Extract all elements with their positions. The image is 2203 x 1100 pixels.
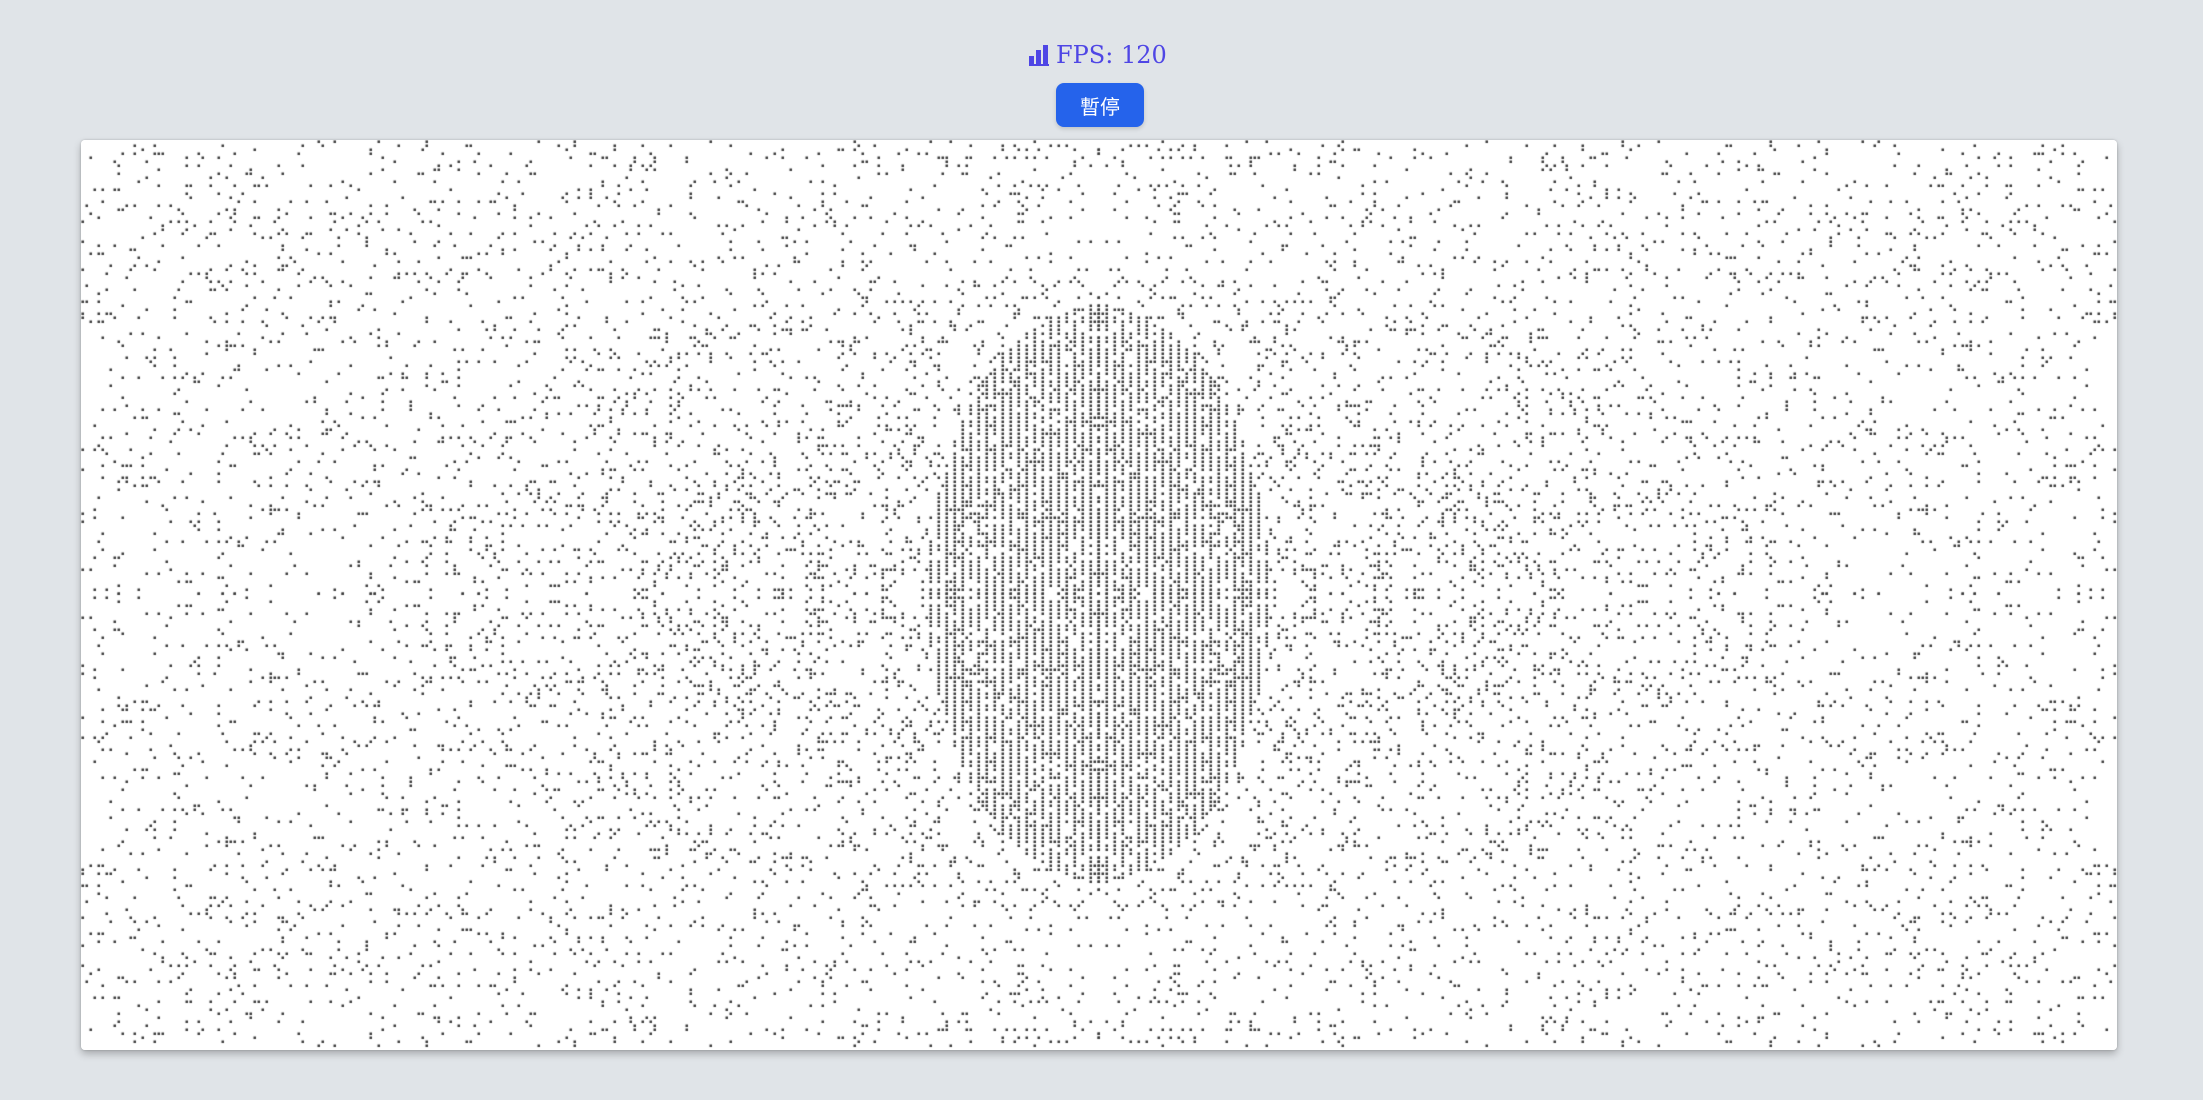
life-grid-canvas[interactable] [81,140,2117,1050]
fps-text: FPS: 120 [1056,41,1167,69]
bar-chart-icon [1028,44,1050,66]
fps-counter: FPS: 120 [1028,38,1167,72]
header-bar: FPS: 120 暫停 [0,0,2203,140]
pause-button[interactable]: 暫停 [1056,83,1144,127]
game-board[interactable] [81,140,2117,1050]
